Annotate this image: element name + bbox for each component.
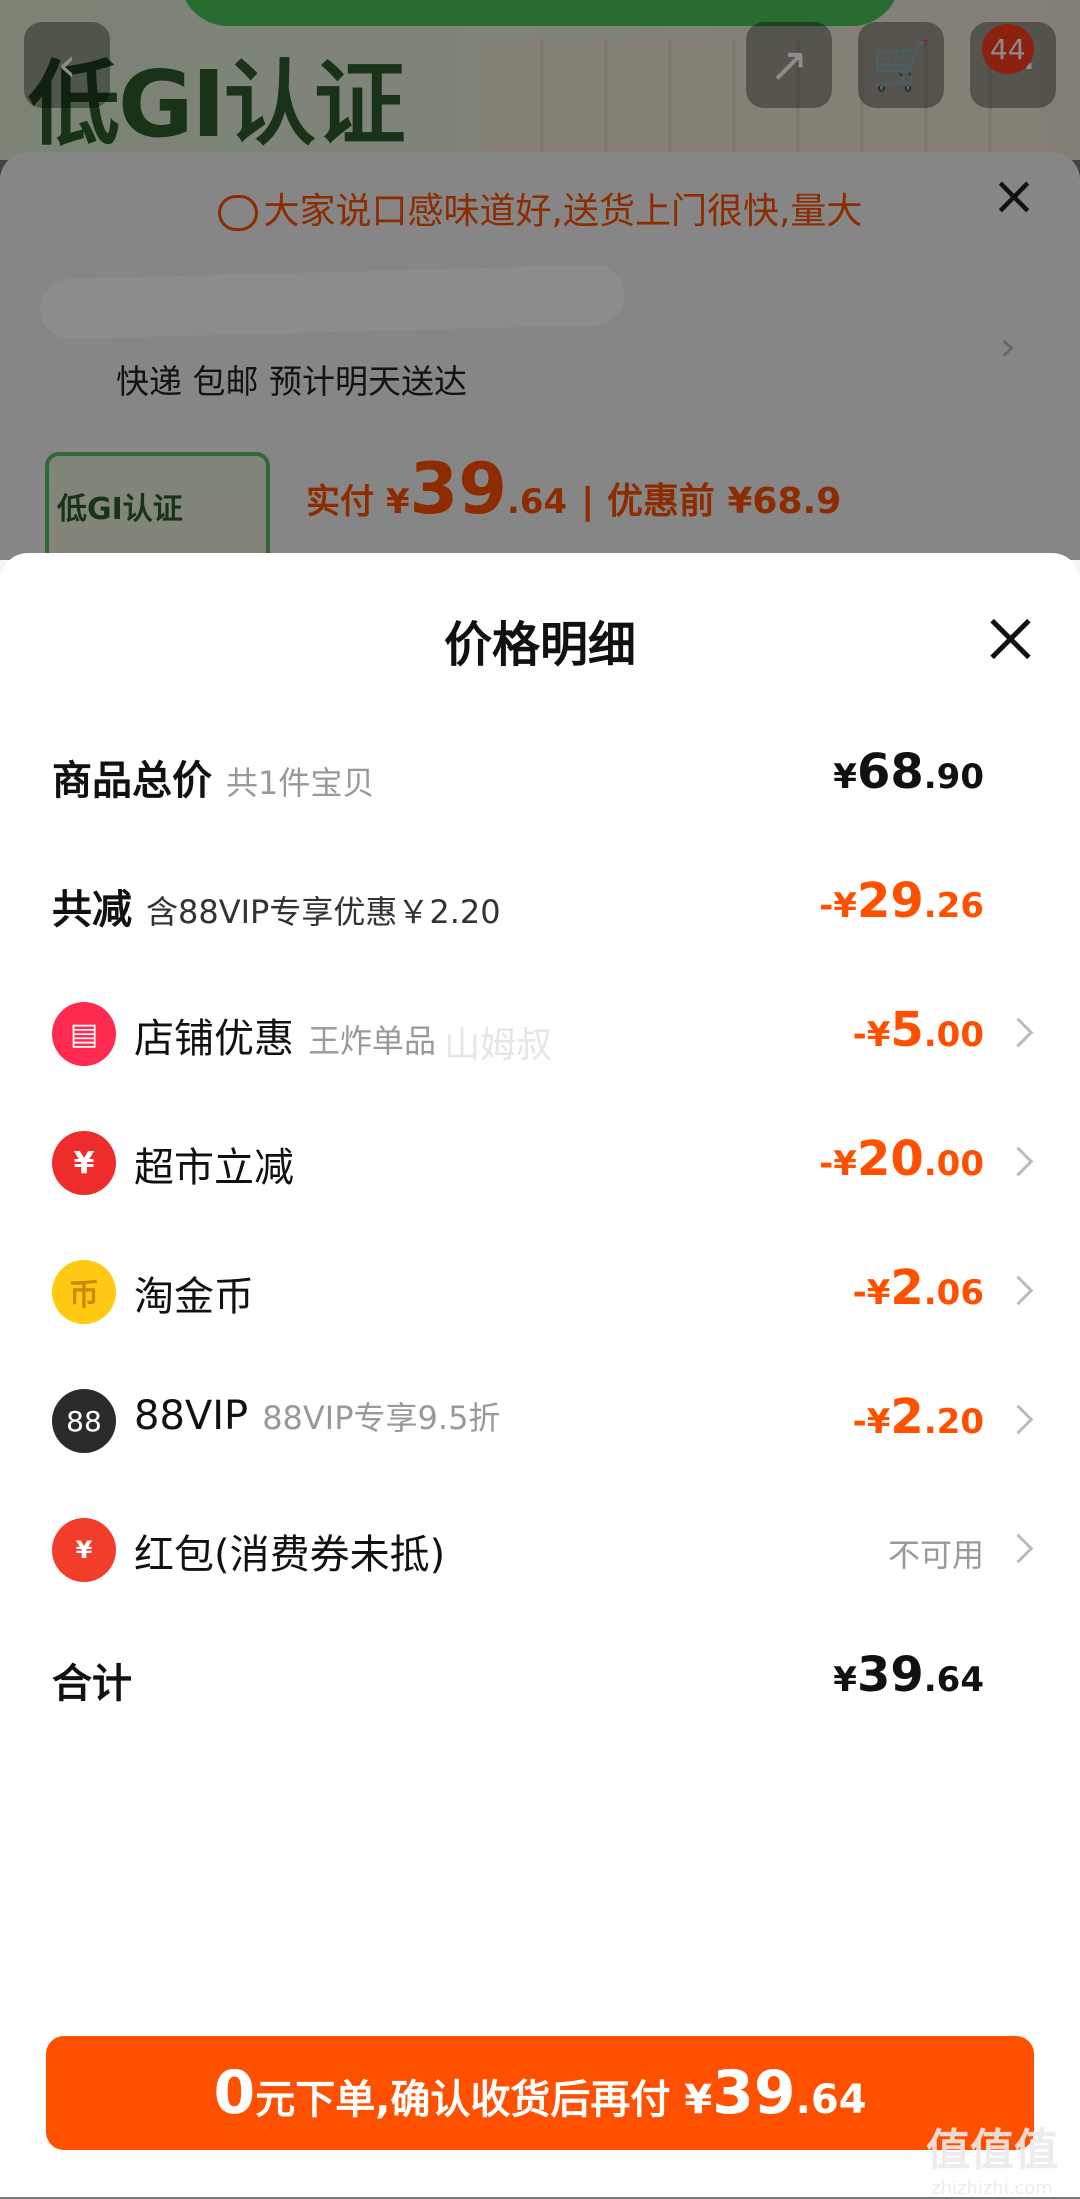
unavailable-text: 不可用	[887, 1536, 984, 1574]
yen: -¥	[819, 886, 857, 926]
amount-cents: .00	[923, 1144, 984, 1184]
cta-int: 39	[712, 2058, 796, 2128]
chevron-right-icon	[1003, 1017, 1034, 1048]
row-label: 淘金币	[134, 1274, 254, 1320]
row-sub: 88VIP专享9.5折	[262, 1399, 501, 1437]
amount-int: 2	[890, 1389, 924, 1445]
amount-cents: .20	[923, 1402, 984, 1442]
row-label: 共减	[52, 887, 132, 933]
row-88vip[interactable]: 88 88VIP 88VIP专享9.5折 -¥2.20	[0, 1373, 1080, 1473]
amount-cents: .06	[923, 1273, 984, 1313]
row-taobao-coin[interactable]: 币 淘金币 -¥2.06	[0, 1244, 1080, 1344]
store-icon: ▤	[52, 1002, 116, 1066]
amount-cents: .90	[923, 757, 984, 797]
vip-icon-glyph: 88	[66, 1404, 102, 1438]
amount-int: 2	[890, 1260, 924, 1316]
row-label-wrap: 店铺优惠 王炸单品	[134, 1006, 436, 1064]
red-packet-glyph: ¥	[75, 1536, 93, 1564]
yen: -¥	[852, 1402, 891, 1442]
corner-watermark: 值值值 zhizhizhi.com	[926, 2114, 1058, 2199]
chevron-right-icon	[1003, 1275, 1034, 1306]
cta-zero: 0	[213, 2058, 256, 2128]
gold-coin-icon: 币	[52, 1260, 116, 1324]
yen: ¥	[833, 1660, 857, 1700]
row-amount: -¥20.00	[819, 1131, 984, 1187]
row-label: 店铺优惠	[134, 1016, 294, 1062]
place-order-button[interactable]: 0元下单,确认收货后再付 ¥39.64	[46, 2036, 1034, 2150]
coin-icon-glyph: 币	[69, 1278, 99, 1313]
close-icon[interactable]	[982, 611, 1038, 667]
row-sub: 共1件宝贝	[226, 764, 375, 802]
amount-int: 5	[890, 1002, 924, 1058]
amount-int: 68	[856, 744, 924, 800]
row-label: 88VIP	[134, 1393, 249, 1439]
row-label-wrap: 商品总价 共1件宝贝	[52, 748, 374, 806]
row-label-wrap: 合计	[52, 1651, 132, 1709]
store-icon-glyph: ▤	[69, 1016, 99, 1052]
chevron-right-icon	[1003, 1146, 1034, 1177]
yen: -¥	[852, 1273, 891, 1313]
row-total-discount: 共减 含88VIP专享优惠￥2.20 -¥29.26	[0, 857, 1080, 957]
row-red-packet[interactable]: ¥ 红包(消费券未抵) 不可用	[0, 1502, 1080, 1602]
row-label: 合计	[52, 1661, 132, 1707]
row-label: 商品总价	[52, 758, 212, 804]
yen-icon-glyph: ¥	[73, 1145, 95, 1181]
row-label-wrap: 超市立减	[134, 1135, 294, 1193]
row-market-discount[interactable]: ¥ 超市立减 -¥20.00	[0, 1115, 1080, 1215]
row-goods-total: 商品总价 共1件宝贝 ¥68.90	[0, 728, 1080, 828]
amount-int: 29	[856, 873, 924, 929]
row-amount: -¥2.20	[853, 1389, 984, 1445]
amount-int: 39	[856, 1647, 924, 1703]
amount-cents: .26	[923, 886, 984, 926]
row-sub: 含88VIP专享优惠￥2.20	[146, 893, 501, 931]
row-amount: -¥2.06	[853, 1260, 984, 1316]
amount-cents: .64	[923, 1660, 984, 1700]
chevron-right-icon	[1003, 1404, 1034, 1435]
watermark-text: 山姆叔	[444, 1025, 553, 1066]
row-label: 超市立减	[134, 1145, 294, 1191]
amount-cents: .00	[923, 1015, 984, 1055]
row-label: 红包(消费券未抵)	[134, 1532, 446, 1578]
yen-coin-icon: ¥	[52, 1131, 116, 1195]
price-detail-panel: 价格明细 商品总价 共1件宝贝 ¥68.90 共减 含88VIP专享优惠￥2.20 …	[0, 553, 1080, 2197]
row-label-wrap: 88VIP 88VIP专享9.5折	[134, 1393, 500, 1439]
red-packet-icon: ¥	[52, 1518, 116, 1582]
row-label-wrap: 淘金币	[134, 1264, 254, 1322]
vip-88-icon: 88	[52, 1389, 116, 1453]
yen: -¥	[819, 1144, 857, 1184]
yen: -¥	[852, 1015, 891, 1055]
cta-cents: .64	[795, 2077, 867, 2123]
row-amount: -¥5.00	[853, 1002, 984, 1058]
row-amount: ¥39.64	[833, 1647, 984, 1703]
panel-title: 价格明细	[443, 617, 636, 673]
yen: ¥	[833, 757, 857, 797]
row-label-wrap: 红包(消费券未抵)	[134, 1522, 445, 1580]
row-amount: -¥29.26	[819, 873, 984, 929]
corner-watermark-main: 值值值	[926, 2125, 1058, 2176]
cta-text: 元下单,确认收货后再付 ¥	[255, 2077, 713, 2123]
amount-int: 20	[856, 1131, 924, 1187]
row-grand-total: 合计 ¥39.64	[0, 1631, 1080, 1731]
row-sub: 王炸单品	[308, 1022, 437, 1060]
dim-overlay[interactable]	[0, 0, 1080, 560]
corner-watermark-sub: zhizhizhi.com	[931, 2178, 1053, 2199]
row-amount: ¥68.90	[833, 744, 984, 800]
row-label-wrap: 共减 含88VIP专享优惠￥2.20	[52, 877, 501, 935]
chevron-right-icon	[1003, 1533, 1034, 1564]
